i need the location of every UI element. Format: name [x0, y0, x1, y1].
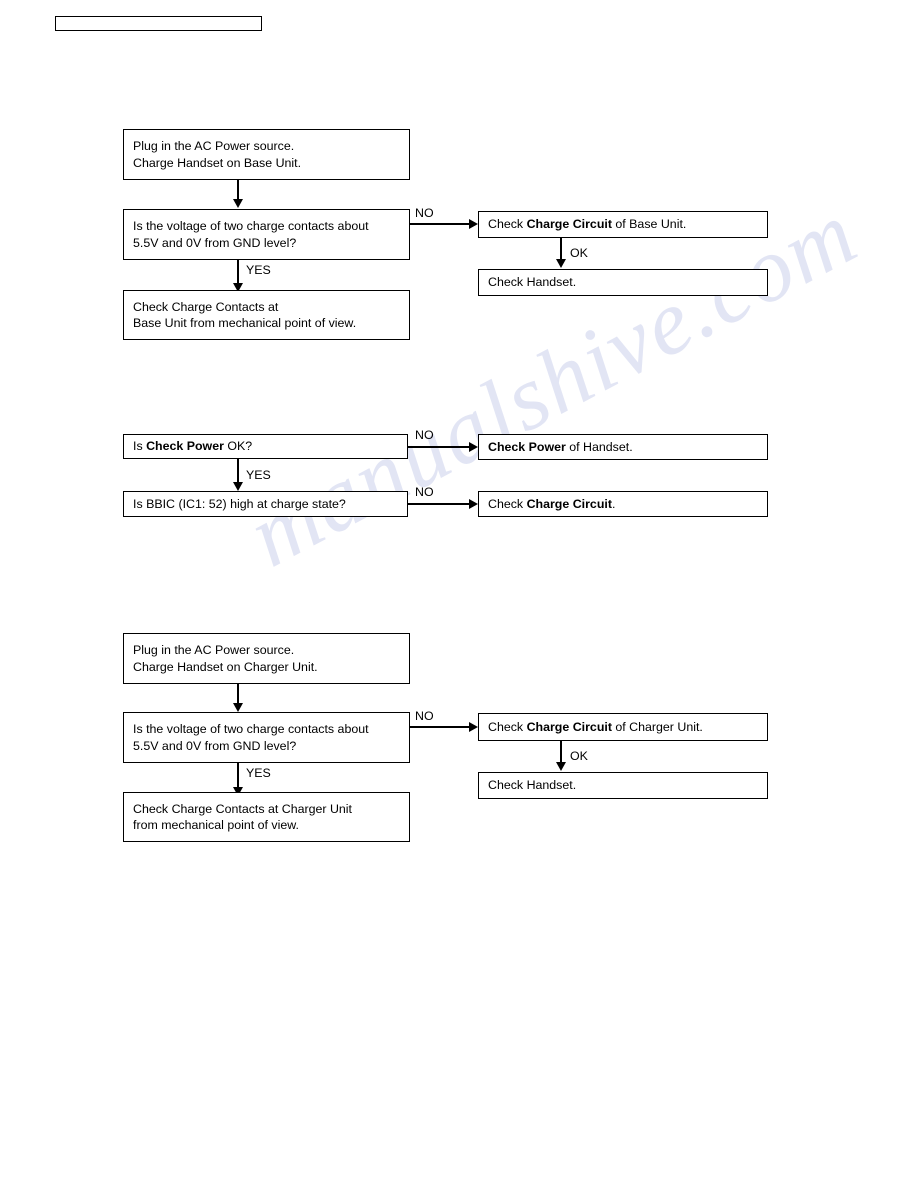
s1-ok-branch-line — [560, 238, 562, 261]
s3-arrow-start-to-decision — [232, 703, 243, 712]
s3-start-line2: Charge Handset on Charger Unit. — [133, 659, 318, 674]
s1-ok-result-box: Check Handset. — [478, 269, 768, 296]
s3-decision-line1: Is the voltage of two charge contacts ab… — [133, 722, 369, 736]
s2-no1-result-bold: Check Power — [488, 439, 566, 454]
s3-no-label: NO — [415, 709, 434, 723]
s3-ok-branch-arrow — [555, 762, 566, 771]
s2-no1-result-text: Check Power of Handset. — [488, 439, 767, 456]
s3-ok-result-box: Check Handset. — [478, 772, 768, 799]
s1-start-line1: Plug in the AC Power source. — [133, 139, 295, 153]
s2-no2-branch-line — [408, 503, 470, 505]
s1-start-line2: Charge Handset on Base Unit. — [133, 155, 302, 170]
s1-ok-result-text: Check Handset. — [488, 275, 577, 290]
s1-decision-box: Is the voltage of two charge contacts ab… — [123, 209, 410, 260]
s1-no-result-bold: Charge Circuit — [526, 217, 612, 232]
s2-no1-result-box: Check Power of Handset. — [478, 434, 768, 460]
s3-ok-branch-line — [560, 741, 562, 764]
s2-no1-branch-line — [408, 446, 470, 448]
s1-no-result-prefix: Check — [488, 217, 527, 232]
s3-decision-line2: 5.5V and 0V from GND level? — [133, 738, 297, 753]
s3-start-box: Plug in the AC Power source. Charge Hand… — [123, 633, 410, 684]
s3-no-branch-line — [410, 726, 470, 728]
s1-arrow-start-to-decision — [232, 199, 243, 208]
s2-no2-result-bold: Charge Circuit — [526, 496, 612, 511]
s2-decision1-prefix: Is — [133, 439, 147, 454]
s2-decision1-bold: Check Power — [146, 439, 224, 454]
s1-no-branch-line — [410, 223, 470, 225]
s2-yes-label: YES — [246, 468, 271, 482]
s2-no2-label: NO — [415, 485, 434, 499]
s1-no-label: NO — [415, 206, 434, 220]
s1-start-box: Plug in the AC Power source. Charge Hand… — [123, 129, 410, 180]
s2-decision2-box: Is BBIC (IC1: 52) high at charge state? — [123, 491, 408, 517]
s2-no2-result-box: Check Charge Circuit. — [478, 491, 768, 517]
s1-yes-result-box: Check Charge Contacts at Base Unit from … — [123, 290, 410, 340]
s3-start-line1: Plug in the AC Power source. — [133, 643, 295, 657]
s2-no2-result-text: Check Charge Circuit. — [488, 496, 767, 513]
s3-no-result-bold: Charge Circuit — [526, 719, 612, 734]
s3-no-branch-arrow — [469, 721, 478, 732]
s2-decision2-text: Is BBIC (IC1: 52) high at charge state? — [133, 496, 346, 511]
s2-no2-branch-arrow — [469, 498, 478, 509]
s3-yes-label: YES — [246, 766, 271, 780]
page-canvas: manualshive.com Plug in the AC Power sou… — [0, 0, 918, 1188]
s2-decision1-text: Is Check Power OK? — [133, 438, 407, 455]
s3-yes-result-box: Check Charge Contacts at Charger Unit fr… — [123, 792, 410, 842]
s2-no1-branch-arrow — [469, 441, 478, 452]
s1-no-result-text: Check Charge Circuit of Base Unit. — [488, 216, 767, 233]
s3-yes-result-line2: from mechanical point of view. — [133, 818, 299, 832]
s2-no2-result-prefix: Check — [488, 496, 527, 511]
header-stub-box — [55, 16, 262, 31]
s2-no2-result-suffix: . — [611, 496, 616, 511]
s1-no-result-suffix: of Base Unit. — [611, 217, 687, 232]
s1-decision-line2: 5.5V and 0V from GND level? — [133, 235, 297, 250]
s1-decision-line1: Is the voltage of two charge contacts ab… — [133, 219, 369, 233]
page-watermark: manualshive.com — [231, 181, 918, 988]
s2-yes-branch-line — [237, 459, 239, 484]
s1-yes-branch-line — [237, 260, 239, 285]
s3-connector-start-to-decision — [237, 684, 239, 705]
s1-no-result-box: Check Charge Circuit of Base Unit. — [478, 211, 768, 238]
s2-decision1-suffix: OK? — [223, 439, 253, 454]
s3-ok-result-text: Check Handset. — [488, 778, 577, 793]
s1-no-branch-arrow — [469, 218, 478, 229]
s2-no1-result-suffix: of Handset. — [565, 439, 633, 454]
s3-no-result-prefix: Check — [488, 719, 527, 734]
s3-no-result-box: Check Charge Circuit of Charger Unit. — [478, 713, 768, 741]
s3-no-result-text: Check Charge Circuit of Charger Unit. — [488, 719, 767, 736]
s1-connector-start-to-decision — [237, 180, 239, 201]
s3-ok-label: OK — [570, 749, 588, 763]
s2-yes-branch-arrow — [232, 482, 243, 491]
s1-yes-label: YES — [246, 263, 271, 277]
s1-yes-result-line1: Check Charge Contacts at — [133, 299, 279, 314]
s3-yes-result-line1: Check Charge Contacts at Charger Unit — [133, 801, 353, 816]
s2-no1-label: NO — [415, 428, 434, 442]
s3-decision-box: Is the voltage of two charge contacts ab… — [123, 712, 410, 763]
s3-no-result-suffix: of Charger Unit. — [611, 719, 703, 734]
s1-yes-result-line2: Base Unit from mechanical point of view. — [133, 316, 357, 330]
s1-ok-label: OK — [570, 246, 588, 260]
s3-yes-branch-line — [237, 763, 239, 789]
s2-decision1-box: Is Check Power OK? — [123, 434, 408, 459]
s1-ok-branch-arrow — [555, 259, 566, 268]
